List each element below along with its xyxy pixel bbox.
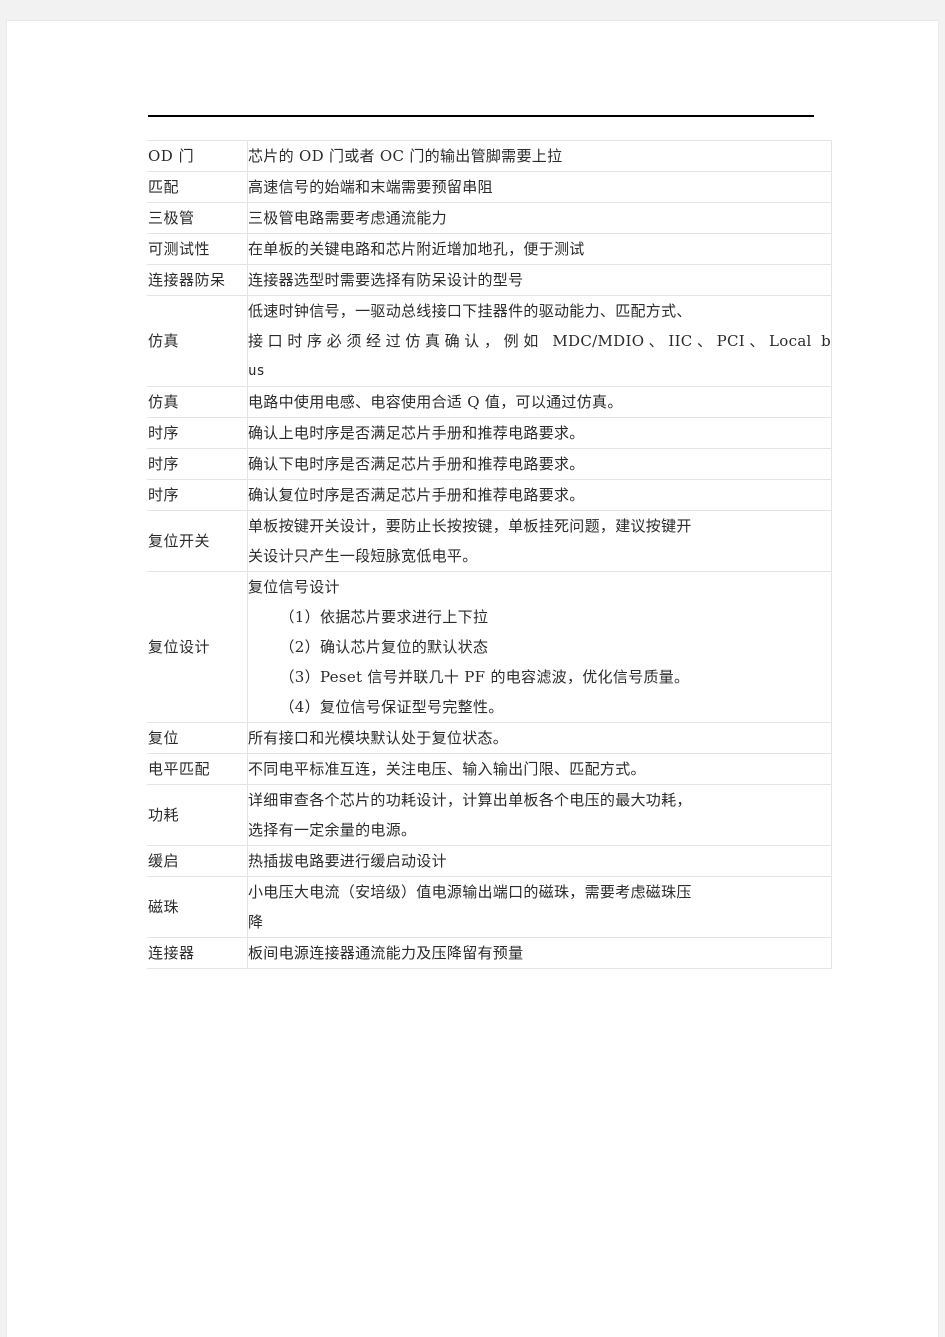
row-label: 复位 [147,722,248,754]
row-label: 匹配 [147,171,248,203]
table-row: 可测试性 在单板的关键电路和芯片附近增加地孔，便于测试 [147,233,832,265]
row-body: 板间电源连接器通流能力及压降留有预量 [247,937,832,969]
row-body-line: 接口时序必须经过仿真确认，例如 MDC/MDIO、IIC、PCI、Local b [248,332,831,350]
table-row: 功耗 详细审查各个芯片的功耗设计，计算出单板各个电压的最大功耗， 选择有一定余量… [147,784,832,846]
row-label: 电平匹配 [147,753,248,785]
row-body-list-item: （4）复位信号保证型号完整性。 [279,698,504,716]
row-body-line: 详细审查各个芯片的功耗设计，计算出单板各个电压的最大功耗， [248,791,692,809]
row-body-line: 单板按键开关设计，要防止长按按键，单板挂死问题，建议按键开 [248,517,692,535]
row-body: 确认复位时序是否满足芯片手册和推荐电路要求。 [247,479,832,511]
table-row: 电平匹配 不同电平标准互连，关注电压、输入输出门限、匹配方式。 [147,753,832,785]
row-body-list-item: （2）确认芯片复位的默认状态 [279,638,489,656]
row-body: 芯片的 OD 门或者 OC 门的输出管脚需要上拉 [247,140,832,172]
row-body-title: 复位信号设计 [248,578,340,596]
row-body-line: 低速时钟信号，一驱动总线接口下挂器件的驱动能力、匹配方式、 [248,302,692,320]
row-body: 三极管电路需要考虑通流能力 [247,202,832,234]
row-body: 电路中使用电感、电容使用合适 Q 值，可以通过仿真。 [247,386,832,418]
row-body: 复位信号设计 （1）依据芯片要求进行上下拉 （2）确认芯片复位的默认状态 （3）… [247,571,832,723]
row-label: 可测试性 [147,233,248,265]
row-label: OD 门 [147,140,248,172]
table-row: 三极管 三极管电路需要考虑通流能力 [147,202,832,234]
row-body: 高速信号的始端和末端需要预留串阻 [247,171,832,203]
row-label: 时序 [147,417,248,449]
row-body-list-item: （1）依据芯片要求进行上下拉 [279,608,489,626]
table-row: 仿真 电路中使用电感、电容使用合适 Q 值，可以通过仿真。 [147,386,832,418]
row-label: 仿真 [147,386,248,418]
row-body: 在单板的关键电路和芯片附近增加地孔，便于测试 [247,233,832,265]
table-row: 缓启 热插拔电路要进行缓启动设计 [147,845,832,877]
row-body: 确认上电时序是否满足芯片手册和推荐电路要求。 [247,417,832,449]
row-body: 热插拔电路要进行缓启动设计 [247,845,832,877]
row-body: 所有接口和光模块默认处于复位状态。 [247,722,832,754]
row-body: 确认下电时序是否满足芯片手册和推荐电路要求。 [247,448,832,480]
document-page: OD 门 芯片的 OD 门或者 OC 门的输出管脚需要上拉 匹配 高速信号的始端… [7,21,938,1337]
table-row: 复位设计 复位信号设计 （1）依据芯片要求进行上下拉 （2）确认芯片复位的默认状… [147,571,832,723]
row-label: 连接器 [147,937,248,969]
row-body: 小电压大电流（安培级）值电源输出端口的磁珠，需要考虑磁珠压 降 [247,876,832,938]
table-row: 匹配 高速信号的始端和末端需要预留串阻 [147,171,832,203]
row-body-list-item: （3）Peset 信号并联几十 PF 的电容滤波，优化信号质量。 [279,668,690,686]
table-row: 时序 确认复位时序是否满足芯片手册和推荐电路要求。 [147,479,832,511]
row-body-line: 选择有一定余量的电源。 [248,821,417,839]
table-row: 复位 所有接口和光模块默认处于复位状态。 [147,722,832,754]
row-label: 功耗 [147,784,248,846]
table-row: 连接器防呆 连接器选型时需要选择有防呆设计的型号 [147,264,832,296]
table-row: 连接器 板间电源连接器通流能力及压降留有预量 [147,937,832,969]
row-body: 单板按键开关设计，要防止长按按键，单板挂死问题，建议按键开 关设计只产生一段短脉… [247,510,832,572]
table-row: OD 门 芯片的 OD 门或者 OC 门的输出管脚需要上拉 [147,140,832,172]
row-body-line: us [248,363,265,379]
row-body-line: 小电压大电流（安培级）值电源输出端口的磁珠，需要考虑磁珠压 [248,883,692,901]
design-checklist-table: OD 门 芯片的 OD 门或者 OC 门的输出管脚需要上拉 匹配 高速信号的始端… [147,140,832,969]
row-label: 时序 [147,448,248,480]
row-body: 详细审查各个芯片的功耗设计，计算出单板各个电压的最大功耗， 选择有一定余量的电源… [247,784,832,846]
row-label: 三极管 [147,202,248,234]
row-body-line: 关设计只产生一段短脉宽低电平。 [248,547,478,565]
row-label: 时序 [147,479,248,511]
table-row: 时序 确认下电时序是否满足芯片手册和推荐电路要求。 [147,448,832,480]
table-row: 仿真 低速时钟信号，一驱动总线接口下挂器件的驱动能力、匹配方式、 接口时序必须经… [147,295,832,387]
row-body-line: 降 [248,913,264,931]
row-label: 缓启 [147,845,248,877]
row-body: 连接器选型时需要选择有防呆设计的型号 [247,264,832,296]
row-body: 不同电平标准互连，关注电压、输入输出门限、匹配方式。 [247,753,832,785]
row-label: 磁珠 [147,876,248,938]
row-label: 连接器防呆 [147,264,248,296]
header-rule [148,115,814,117]
table-row: 时序 确认上电时序是否满足芯片手册和推荐电路要求。 [147,417,832,449]
table-row: 磁珠 小电压大电流（安培级）值电源输出端口的磁珠，需要考虑磁珠压 降 [147,876,832,938]
row-body: 低速时钟信号，一驱动总线接口下挂器件的驱动能力、匹配方式、 接口时序必须经过仿真… [247,295,832,387]
table-row: 复位开关 单板按键开关设计，要防止长按按键，单板挂死问题，建议按键开 关设计只产… [147,510,832,572]
row-label: 复位开关 [147,510,248,572]
row-label: 仿真 [147,295,248,387]
row-label: 复位设计 [147,571,248,723]
